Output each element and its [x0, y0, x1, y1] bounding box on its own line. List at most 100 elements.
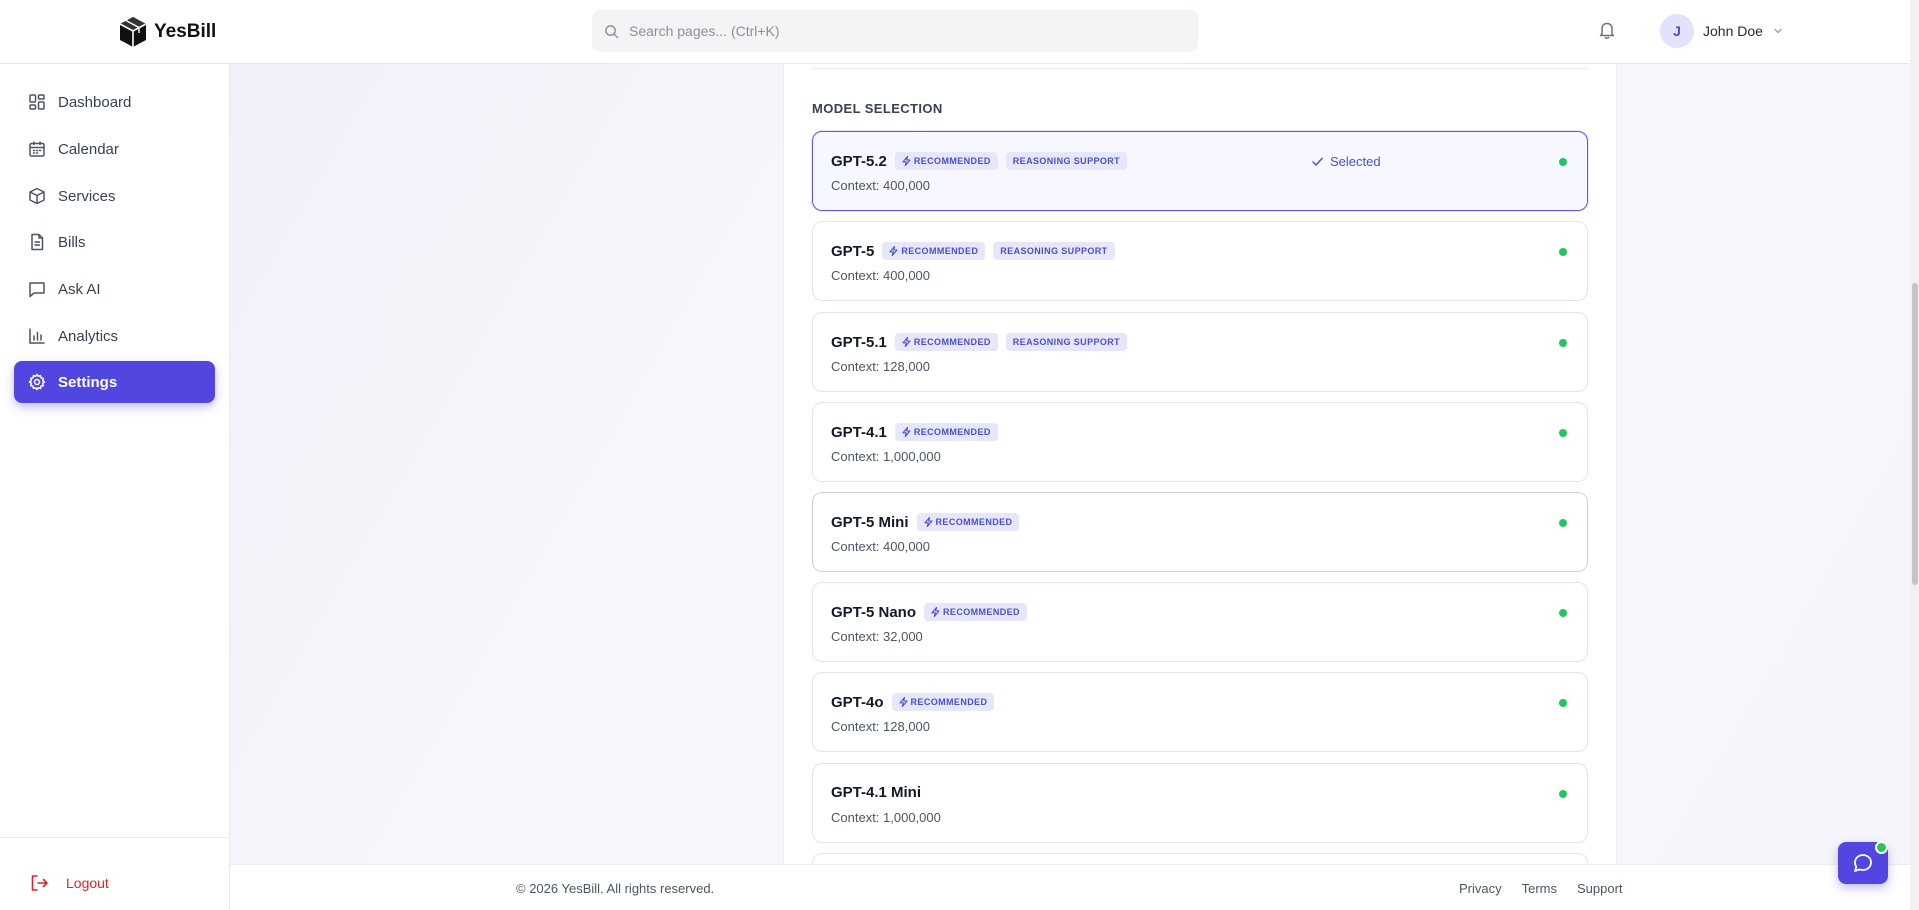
model-name: GPT-5.1: [831, 333, 887, 351]
model-context: Context: 32,000: [831, 629, 923, 644]
user-menu[interactable]: J John Doe: [1660, 14, 1784, 48]
model-card-gpt-5-nano[interactable]: GPT-5 Nano RECOMMENDED Context: 32,000: [812, 582, 1588, 662]
sidebar-item-label: Settings: [58, 373, 118, 391]
online-status-dot: [1875, 841, 1888, 854]
status-dot: [1559, 699, 1567, 707]
model-context: Context: 1,000,000: [831, 449, 941, 464]
sidebar-item-ask-ai[interactable]: Ask AI: [14, 268, 215, 310]
status-dot: [1559, 339, 1567, 347]
bolt-icon: [923, 517, 933, 527]
model-card-gpt-5-mini[interactable]: GPT-5 Mini RECOMMENDED Context: 400,000: [812, 492, 1588, 572]
message-circle-icon: [1854, 854, 1872, 872]
sidebar: Dashboard Calendar Services Bills Ask AI…: [0, 64, 230, 910]
model-name: GPT-5 Nano: [831, 603, 917, 621]
model-context: Context: 400,000: [831, 268, 931, 283]
sidebar-item-label: Calendar: [58, 140, 119, 158]
file-icon: [31, 233, 44, 251]
sidebar-item-settings[interactable]: Settings: [14, 361, 215, 403]
model-context: Context: 1,000,000: [831, 810, 941, 825]
model-card-gpt-5-2[interactable]: GPT-5.2 RECOMMENDED REASONING SUPPORT Se…: [812, 131, 1588, 211]
scrollbar-thumb[interactable]: [1912, 283, 1918, 585]
app-logo[interactable]: YesBill: [118, 16, 216, 48]
bolt-icon: [902, 337, 911, 347]
reasoning-support-badge: REASONING SUPPORT: [1005, 333, 1128, 351]
sidebar-item-label: Analytics: [58, 327, 119, 345]
user-name: John Doe: [1703, 23, 1763, 39]
privacy-link[interactable]: Privacy: [1459, 881, 1502, 896]
model-context: Context: 128,000: [831, 359, 931, 374]
selected-indicator: Selected: [1311, 154, 1381, 169]
cube-logo-icon: [119, 17, 147, 47]
recommended-badge: RECOMMENDED: [894, 152, 998, 170]
recommended-badge: RECOMMENDED: [916, 513, 1020, 531]
bar-chart-icon: [29, 328, 45, 344]
check-icon: [1312, 157, 1323, 166]
status-dot: [1559, 248, 1567, 256]
sidebar-item-label: Bills: [58, 233, 86, 251]
model-name: GPT-4o: [831, 693, 884, 711]
reasoning-support-badge: REASONING SUPPORT: [993, 242, 1115, 260]
model-name: GPT-5.2: [831, 152, 887, 170]
top-header: YesBill J John Doe: [0, 0, 1910, 64]
footer: © 2026 YesBill. All rights reserved. Pri…: [230, 864, 1910, 910]
search-bar[interactable]: [592, 10, 1198, 52]
status-dot: [1559, 429, 1567, 437]
sidebar-item-bills[interactable]: Bills: [14, 221, 215, 263]
status-dot: [1559, 519, 1567, 527]
notifications-button[interactable]: [1598, 20, 1616, 45]
status-dot: [1559, 158, 1567, 166]
model-name: GPT-5 Mini: [831, 513, 909, 531]
sidebar-divider: [0, 837, 230, 838]
status-dot: [1559, 790, 1567, 798]
model-name: GPT-4.1: [831, 423, 887, 441]
reasoning-support-badge: REASONING SUPPORT: [1005, 152, 1128, 170]
calendar-icon: [29, 141, 45, 157]
sidebar-item-label: Ask AI: [58, 280, 101, 298]
sidebar-item-services[interactable]: Services: [14, 175, 215, 217]
sidebar-item-label: Services: [58, 187, 116, 205]
footer-links: Privacy Terms Support: [1459, 881, 1623, 896]
model-name: GPT-5: [831, 242, 875, 260]
model-context: Context: 400,000: [831, 178, 931, 193]
recommended-badge: RECOMMENDED: [882, 242, 986, 260]
chat-icon: [29, 282, 45, 298]
model-card-gpt-5[interactable]: GPT-5 RECOMMENDED REASONING SUPPORT Cont…: [812, 221, 1588, 301]
model-context: Context: 128,000: [831, 719, 931, 734]
bolt-icon: [898, 697, 908, 707]
support-link[interactable]: Support: [1577, 881, 1623, 896]
search-input[interactable]: [629, 23, 1149, 39]
model-name: GPT-4.1 Mini: [831, 784, 922, 801]
logout-icon: [31, 875, 48, 891]
section-divider: [812, 68, 1588, 69]
sidebar-item-dashboard[interactable]: Dashboard: [14, 81, 215, 123]
logout-button[interactable]: Logout: [30, 874, 109, 892]
model-card-gpt-4-1[interactable]: GPT-4.1 RECOMMENDED Context: 1,000,000: [812, 402, 1588, 482]
status-dot: [1559, 609, 1567, 617]
bolt-icon: [902, 156, 911, 166]
dashboard-icon: [29, 94, 45, 110]
recommended-badge: RECOMMENDED: [924, 603, 1027, 621]
terms-link[interactable]: Terms: [1522, 881, 1557, 896]
search-icon: [605, 24, 619, 38]
avatar: J: [1660, 14, 1694, 48]
bolt-icon: [902, 427, 911, 437]
recommended-badge: RECOMMENDED: [894, 333, 998, 351]
model-card-gpt-4o[interactable]: GPT-4o RECOMMENDED Context: 128,000: [812, 672, 1588, 752]
model-card-gpt-5-1[interactable]: GPT-5.1 RECOMMENDED REASONING SUPPORT Co…: [812, 312, 1588, 392]
bolt-icon: [931, 607, 940, 617]
logout-label: Logout: [66, 875, 109, 891]
sidebar-item-analytics[interactable]: Analytics: [14, 315, 215, 357]
copyright-text: © 2026 YesBill. All rights reserved.: [516, 881, 715, 896]
bolt-icon: [889, 246, 898, 256]
model-context: Context: 400,000: [831, 539, 931, 554]
section-title: MODEL SELECTION: [812, 101, 943, 116]
recommended-badge: RECOMMENDED: [894, 423, 998, 441]
gear-icon: [28, 373, 46, 391]
app-name: YesBill: [154, 21, 217, 42]
chevron-down-icon: [1774, 28, 1782, 34]
sidebar-item-calendar[interactable]: Calendar: [14, 128, 215, 170]
bell-icon: [1599, 22, 1615, 39]
recommended-badge: RECOMMENDED: [891, 693, 995, 711]
model-card-gpt-4-1-mini[interactable]: GPT-4.1 Mini Context: 1,000,000: [812, 763, 1588, 843]
sidebar-item-label: Dashboard: [58, 93, 132, 111]
